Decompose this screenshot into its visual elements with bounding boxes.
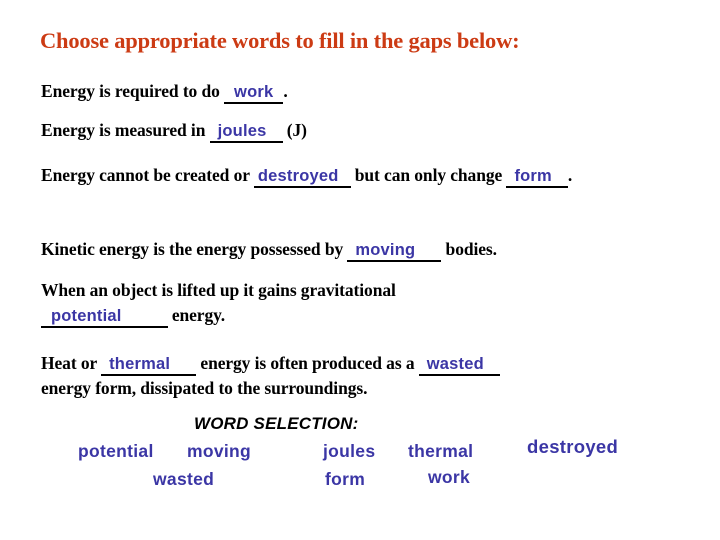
statement-moving-after: bodies. [441, 239, 497, 259]
statement-thermal-wasted: Heat or thermal energy is often produced… [41, 351, 701, 401]
statement-form-after: . [567, 165, 573, 185]
answer-blank-work[interactable]: work [224, 83, 284, 104]
answer-blank-form[interactable]: form [506, 167, 568, 188]
statement-joules-after: (J) [282, 120, 307, 140]
answer-blank-potential[interactable]: potential [41, 307, 168, 328]
answer-blank-moving[interactable]: moving [347, 241, 442, 262]
statement-work-before: Energy is required to do [41, 81, 225, 101]
word-option-potential[interactable]: potential [78, 441, 154, 462]
statement-thermal-middle: energy is often produced as a [196, 353, 419, 373]
word-option-joules[interactable]: joules [323, 441, 375, 462]
page-title: Choose appropriate words to fill in the … [40, 28, 520, 53]
statement-moving: Kinetic energy is the energy possessed b… [41, 237, 701, 262]
word-option-thermal[interactable]: thermal [408, 441, 473, 462]
answer-blank-destroyed[interactable]: destroyed [253, 167, 351, 188]
word-option-wasted[interactable]: wasted [153, 469, 214, 490]
statement-thermal-before: Heat or [41, 353, 102, 373]
statement-potential: When an object is lifted up it gains gra… [41, 278, 691, 328]
statement-potential-after: energy. [167, 305, 226, 325]
statement-joules: Energy is measured in joules (J) [41, 118, 681, 143]
statement-moving-before: Kinetic energy is the energy possessed b… [41, 239, 348, 259]
statement-destroyed-form: Energy cannot be created or destroyed bu… [41, 163, 691, 188]
word-option-destroyed[interactable]: destroyed [527, 436, 618, 458]
word-option-form[interactable]: form [325, 469, 365, 490]
statement-joules-before: Energy is measured in [41, 120, 210, 140]
statement-destroyed-middle: but can only change [350, 165, 507, 185]
statement-potential-before: When an object is lifted up it gains gra… [41, 280, 396, 300]
answer-blank-joules[interactable]: joules [209, 122, 283, 143]
statement-work-after: . [283, 81, 288, 101]
answer-blank-wasted[interactable]: wasted [418, 355, 500, 376]
statement-wasted-after: energy form, dissipated to the surroundi… [41, 378, 368, 398]
slide-canvas: Choose appropriate words to fill in the … [0, 0, 720, 540]
answer-blank-thermal[interactable]: thermal [101, 355, 197, 376]
statement-destroyed-before: Energy cannot be created or [41, 165, 254, 185]
word-option-work[interactable]: work [428, 467, 470, 488]
word-option-moving[interactable]: moving [187, 441, 251, 462]
word-selection-heading: WORD SELECTION: [194, 414, 359, 433]
statement-work: Energy is required to do work. [41, 79, 681, 104]
